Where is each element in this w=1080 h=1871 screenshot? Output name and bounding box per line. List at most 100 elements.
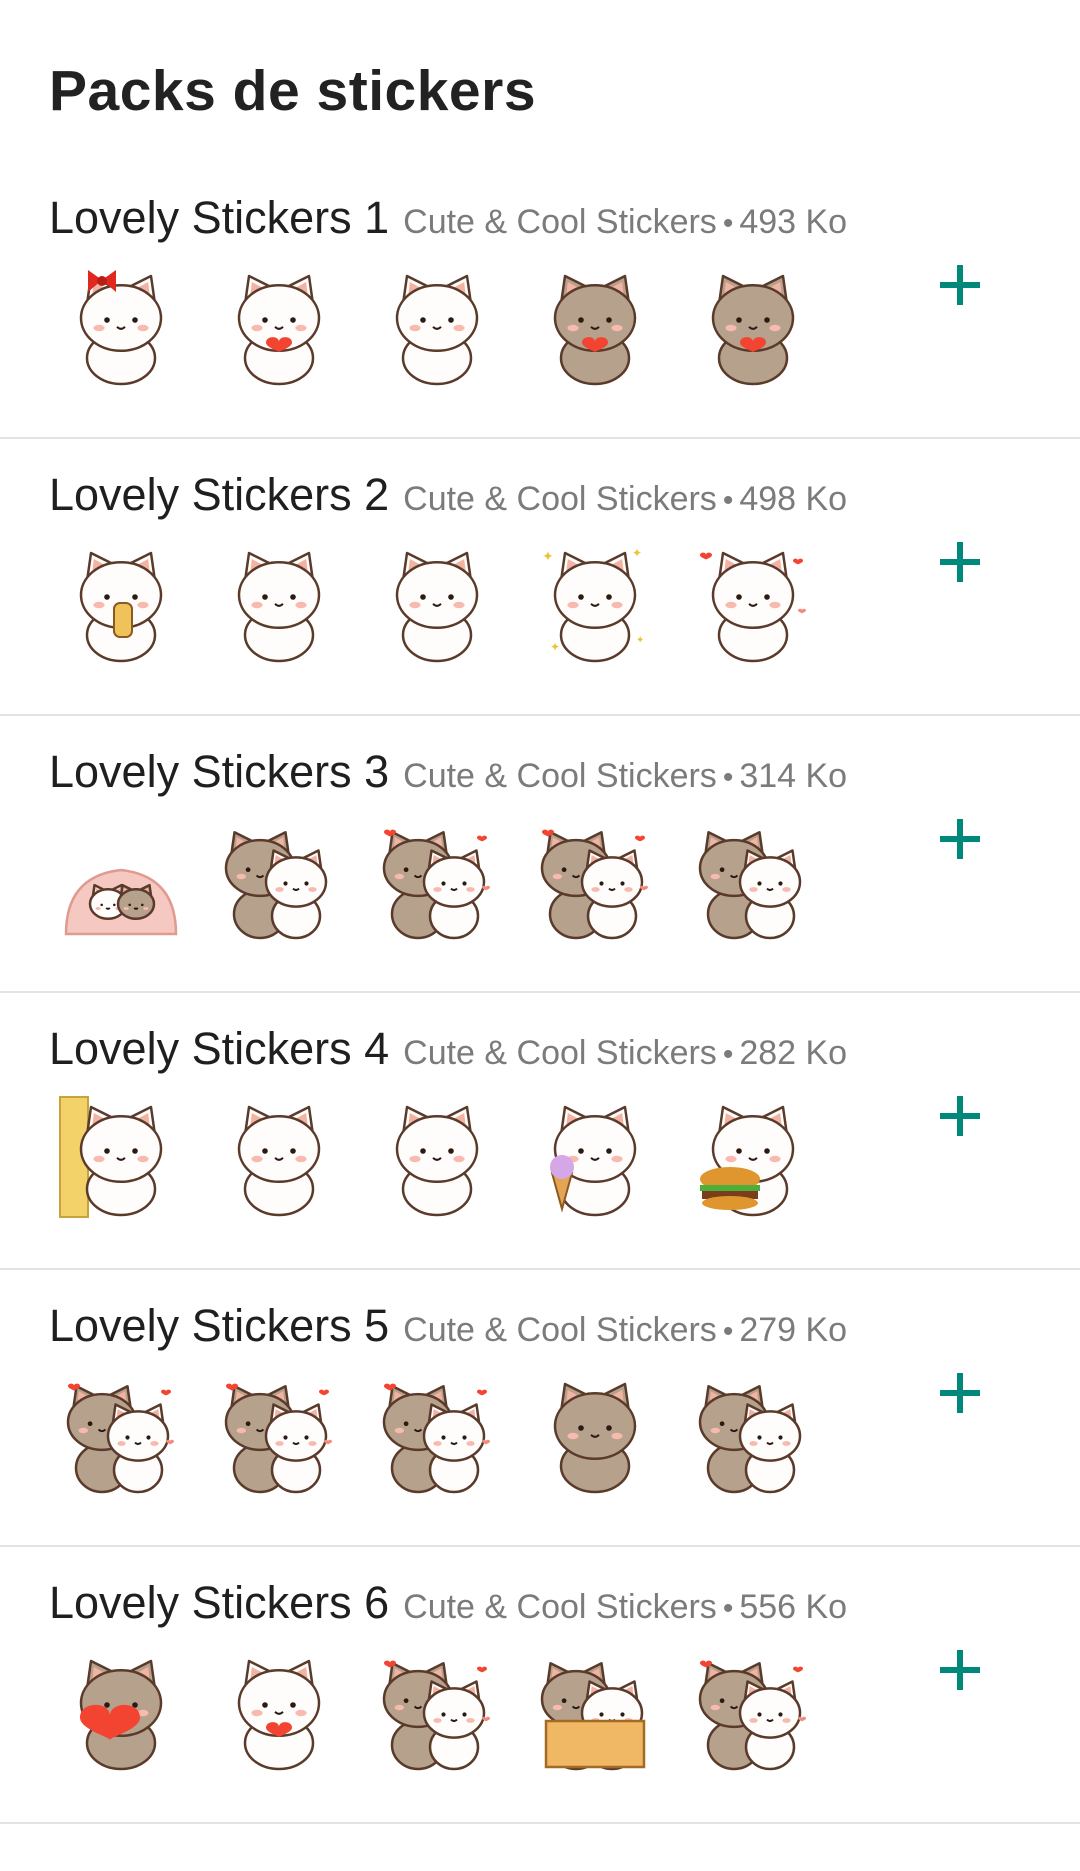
add-pack-button[interactable] — [932, 1088, 988, 1144]
sticker-pack-row[interactable]: Lovely Stickers 2 Cute & Cool Stickers •… — [0, 439, 1080, 716]
sticker-thumbnail — [216, 1370, 342, 1496]
cat-sticker-art — [382, 1383, 490, 1494]
pack-name: Lovely Stickers 6 — [49, 1577, 390, 1628]
cat-sticker-art — [540, 829, 648, 940]
separator-dot: • — [722, 761, 734, 794]
sticker-pack-row[interactable]: Lovely Stickers 4 Cute & Cool Stickers •… — [0, 993, 1080, 1270]
sticker-thumbnail — [58, 262, 184, 388]
sticker-thumbnail — [216, 1093, 342, 1219]
add-pack-button[interactable] — [932, 1365, 988, 1421]
sticker-thumbnail — [532, 262, 658, 388]
cat-sticker-art — [553, 274, 637, 386]
pack-header: Lovely Stickers 2 Cute & Cool Stickers •… — [49, 469, 847, 521]
pack-name: Lovely Stickers 5 — [49, 1300, 390, 1351]
pack-header: Lovely Stickers 5 Cute & Cool Stickers •… — [49, 1300, 847, 1352]
sticker-thumbnail — [374, 1370, 500, 1496]
separator-dot: • — [722, 1038, 734, 1071]
cat-sticker-art — [395, 551, 479, 663]
cat-sticker-art — [382, 1660, 490, 1771]
pack-publisher: Cute & Cool Stickers — [403, 480, 717, 518]
cat-sticker-art — [553, 1382, 637, 1494]
sticker-thumbnail — [690, 1093, 816, 1219]
pack-size: 556 Ko — [739, 1588, 848, 1626]
page-title: Packs de stickers — [49, 59, 537, 123]
sticker-thumbnail — [532, 1093, 658, 1219]
sticker-thumbnail — [690, 816, 816, 942]
add-pack-button[interactable] — [932, 257, 988, 313]
sticker-thumbnail — [690, 262, 816, 388]
cat-sticker-art — [237, 1105, 321, 1217]
cat-sticker-art: ✦ ✦ ✦ ✦ — [542, 546, 644, 663]
pack-size: 314 Ko — [739, 757, 848, 795]
sticker-thumbnail: ✦ ✦ ✦ ✦ — [532, 539, 658, 665]
sticker-thumbnail — [58, 816, 184, 942]
add-pack-button[interactable] — [932, 534, 988, 590]
pack-name: Lovely Stickers 2 — [49, 469, 390, 520]
svg-text:✦: ✦ — [632, 546, 642, 560]
sticker-preview-row — [58, 1370, 848, 1496]
cat-sticker-art — [395, 1105, 479, 1217]
sticker-thumbnail — [690, 1370, 816, 1496]
cat-sticker-art — [237, 274, 321, 386]
cat-sticker-art — [711, 274, 795, 386]
cat-sticker-art — [64, 868, 178, 936]
sticker-thumbnail — [532, 1370, 658, 1496]
sticker-preview-row: ✦ ✦ ✦ ✦ — [58, 539, 848, 665]
cat-sticker-art — [224, 831, 328, 940]
sticker-pack-row[interactable]: Lovely Stickers 1 Cute & Cool Stickers •… — [0, 162, 1080, 439]
plus-icon — [940, 542, 980, 582]
pack-publisher: Cute & Cool Stickers — [403, 1311, 717, 1349]
cat-sticker-art — [698, 831, 802, 940]
separator-dot: • — [722, 1315, 734, 1348]
sticker-thumbnail — [374, 816, 500, 942]
cat-sticker-art — [66, 1383, 174, 1494]
sticker-pack-row[interactable]: Lovely Stickers 3 Cute & Cool Stickers •… — [0, 716, 1080, 993]
pack-name: Lovely Stickers 4 — [49, 1023, 390, 1074]
cat-sticker-art — [700, 1105, 795, 1217]
add-pack-button[interactable] — [932, 1642, 988, 1698]
sticker-preview-row — [58, 262, 848, 388]
sticker-thumbnail — [374, 539, 500, 665]
sticker-thumbnail — [374, 262, 500, 388]
sticker-preview-row — [58, 1093, 848, 1219]
cat-sticker-art — [382, 829, 490, 940]
svg-text:✦: ✦ — [542, 548, 554, 564]
sticker-thumbnail — [216, 1647, 342, 1773]
pack-header: Lovely Stickers 6 Cute & Cool Stickers •… — [49, 1577, 847, 1629]
cat-sticker-art — [79, 270, 163, 386]
cat-sticker-art — [79, 1659, 163, 1771]
sticker-thumbnail — [374, 1647, 500, 1773]
sticker-thumbnail — [690, 1647, 816, 1773]
cat-sticker-art — [700, 551, 806, 663]
pack-size: 282 Ko — [739, 1034, 848, 1072]
plus-icon — [940, 1650, 980, 1690]
pack-header: Lovely Stickers 1 Cute & Cool Stickers •… — [49, 192, 847, 244]
sticker-pack-row[interactable]: Lovely Stickers 6 Cute & Cool Stickers •… — [0, 1547, 1080, 1824]
sticker-pack-row[interactable]: Lovely Stickers 5 Cute & Cool Stickers •… — [0, 1270, 1080, 1547]
sticker-thumbnail — [216, 539, 342, 665]
cat-sticker-art — [59, 1096, 163, 1218]
sticker-preview-row — [58, 816, 848, 942]
sticker-thumbnail — [532, 1647, 658, 1773]
pack-name: Lovely Stickers 3 — [49, 746, 390, 797]
sticker-preview-row — [58, 1647, 848, 1773]
cat-sticker-art — [540, 1662, 646, 1771]
pack-header: Lovely Stickers 4 Cute & Cool Stickers •… — [49, 1023, 847, 1075]
sticker-thumbnail — [58, 539, 184, 665]
sticker-thumbnail — [690, 539, 816, 665]
cat-sticker-art — [698, 1385, 802, 1494]
sticker-thumbnail — [532, 816, 658, 942]
add-pack-button[interactable] — [932, 811, 988, 867]
cat-sticker-art — [237, 551, 321, 663]
sticker-thumbnail — [216, 816, 342, 942]
plus-icon — [940, 265, 980, 305]
pack-publisher: Cute & Cool Stickers — [403, 203, 717, 241]
cat-sticker-art — [224, 1383, 332, 1494]
cat-sticker-art — [237, 1659, 321, 1771]
pack-publisher: Cute & Cool Stickers — [403, 757, 717, 795]
pack-publisher: Cute & Cool Stickers — [403, 1588, 717, 1626]
sticker-packs-screen: Packs de stickers Lovely Stickers 1 Cute… — [0, 0, 1080, 1871]
sticker-thumbnail — [216, 262, 342, 388]
separator-dot: • — [722, 1592, 734, 1625]
svg-text:✦: ✦ — [550, 640, 560, 654]
